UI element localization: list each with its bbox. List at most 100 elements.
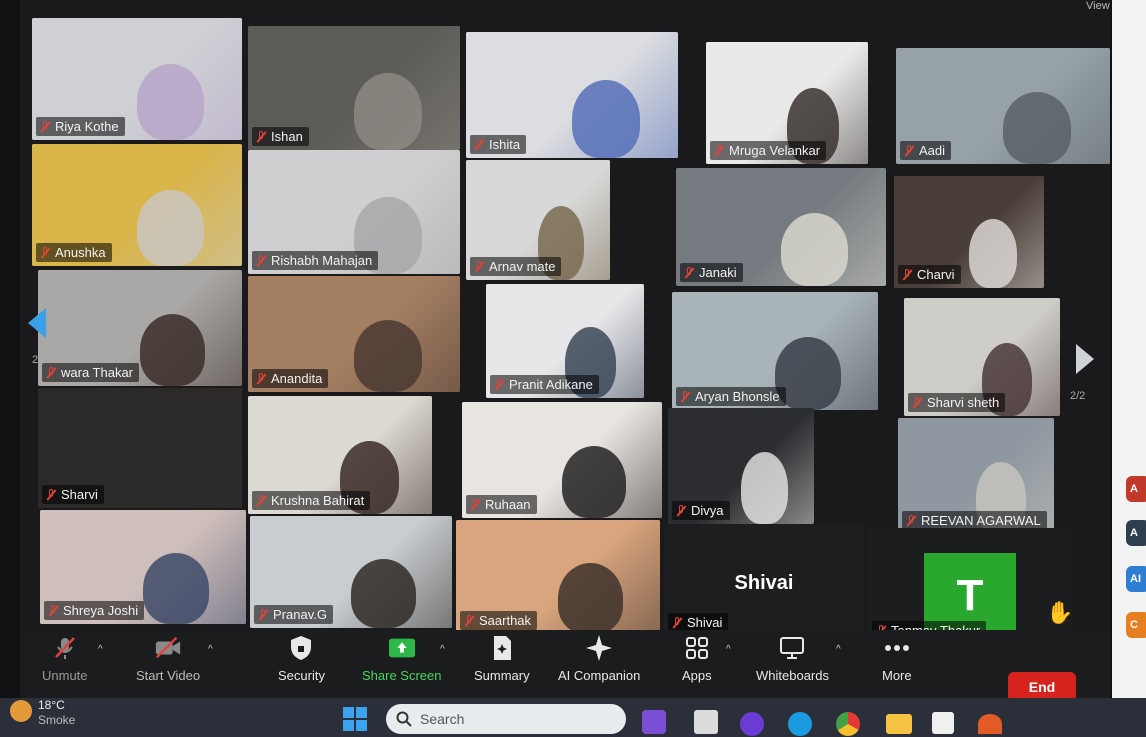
participant-name: Riya Kothe [55, 119, 119, 134]
participant-name-tag: Ishita [470, 135, 527, 154]
side-chip-3[interactable]: AI [1126, 566, 1146, 592]
unmute-button[interactable]: Unmute [42, 634, 88, 683]
muted-mic-icon [46, 366, 56, 379]
windows-start-icon[interactable] [342, 706, 368, 732]
chrome-icon[interactable] [836, 712, 860, 736]
taskbar-app-icon-2[interactable] [694, 710, 718, 734]
participant-tile[interactable]: Shreya Joshi [40, 510, 246, 624]
sparkle-icon [585, 634, 613, 662]
participant-figure [140, 314, 205, 386]
zoom-window: View Riya Kothe Ishan Ishita Mruga Velankar… [0, 0, 1146, 737]
muted-mic-icon [680, 390, 690, 403]
participant-name: Aadi [919, 143, 946, 158]
weather-widget[interactable]: 18°C Smoke [38, 698, 75, 728]
participant-tile[interactable]: Mruga Velankar [706, 42, 868, 164]
participant-name: Aryan Bhonsle [695, 389, 780, 404]
participant-name-tag: Rishabh Mahajan [252, 251, 379, 270]
more-button[interactable]: More [882, 634, 912, 683]
participant-tile[interactable]: Saarthak [456, 520, 660, 634]
participant-name-tag: Sharvi sheth [908, 393, 1006, 412]
participant-figure [137, 64, 204, 140]
participant-tile[interactable]: Charvi [894, 176, 1044, 288]
next-page-arrow-icon[interactable] [1076, 344, 1096, 374]
participant-name: Shreya Joshi [63, 603, 139, 618]
apps-button[interactable]: Apps [682, 634, 712, 683]
participant-tile[interactable]: REEVAN AGARWAL [898, 418, 1054, 534]
unmute-label: Unmute [42, 668, 88, 683]
ai-companion-button[interactable]: AI Companion [558, 634, 640, 683]
participant-name: REEVAN AGARWAL [921, 513, 1041, 528]
participant-tile[interactable]: wara Thakar [38, 270, 242, 386]
participant-name-tag: Divya [672, 501, 730, 520]
participant-tile[interactable]: Ruhaan [462, 402, 662, 518]
participant-tile[interactable]: Ishita [466, 32, 678, 158]
share-screen-label: Share Screen [362, 668, 442, 683]
participant-figure [143, 553, 209, 624]
folder-icon[interactable] [886, 714, 912, 734]
muted-mic-icon [474, 260, 484, 273]
participant-tile[interactable]: Sharvi sheth [904, 298, 1060, 416]
muted-mic-icon [912, 396, 922, 409]
muted-microphone-icon [51, 634, 79, 662]
side-chip-1[interactable]: A [1126, 476, 1146, 502]
participant-name-tag: Ruhaan [466, 495, 537, 514]
participant-name-tag: Mruga Velankar [710, 141, 827, 160]
participant-tile[interactable]: Aadi [896, 48, 1110, 164]
start-video-button[interactable]: Start Video [136, 634, 200, 683]
participant-tile[interactable]: Arnav mate [466, 160, 610, 280]
audio-options-caret[interactable]: ^ [98, 644, 103, 655]
taskbar-app-icon-3[interactable] [740, 712, 764, 736]
participant-tile[interactable]: Anushka [32, 144, 242, 266]
apps-label: Apps [682, 668, 712, 683]
taskbar-search-box[interactable]: Search [386, 704, 626, 734]
participant-tile[interactable]: Riya Kothe [32, 18, 242, 140]
security-button[interactable]: Security [278, 634, 325, 683]
participant-tile[interactable]: Aryan Bhonsle [672, 292, 878, 410]
share-screen-button[interactable]: Share Screen [362, 634, 442, 683]
participant-tile[interactable]: Anandita [248, 276, 460, 392]
video-options-caret[interactable]: ^ [208, 644, 213, 655]
participant-tile[interactable]: TTanmay Thakur [868, 528, 1072, 644]
share-options-caret[interactable]: ^ [440, 644, 445, 655]
participant-name-tag: Anandita [252, 369, 329, 388]
view-button[interactable]: View [1086, 0, 1110, 12]
participant-tile[interactable]: Ishan [248, 26, 460, 150]
whiteboards-options-caret[interactable]: ^ [836, 644, 841, 655]
participant-name: Saarthak [479, 613, 532, 628]
taskbar-app-icon-4[interactable] [788, 712, 812, 736]
weather-condition: Smoke [38, 713, 76, 727]
participant-name-tag: Krushna Bahirat [252, 491, 371, 510]
previous-page-arrow-icon[interactable] [28, 308, 48, 338]
taskbar-app-icon-5[interactable] [932, 712, 954, 734]
weather-temperature: 18°C [38, 698, 65, 712]
participant-name-tag: Pranit Adikane [490, 375, 599, 394]
participant-tile[interactable]: Pranit Adikane [486, 284, 644, 398]
muted-mic-icon [40, 120, 50, 133]
side-chip-2[interactable]: A [1126, 520, 1146, 546]
participant-name-tag: Shreya Joshi [44, 601, 145, 620]
taskbar-app-icon-1[interactable] [642, 710, 666, 734]
participant-name-tag: Saarthak [460, 611, 538, 630]
participant-tile[interactable]: Krushna Bahirat [248, 396, 432, 514]
participant-tile[interactable]: Janaki [676, 168, 886, 286]
participant-tile[interactable]: Rishabh Mahajan [248, 150, 460, 274]
taskbar-app-icon-6[interactable] [978, 714, 1002, 734]
start-video-label: Start Video [136, 668, 201, 683]
muted-mic-icon [902, 268, 912, 281]
muted-mic-icon [256, 494, 266, 507]
participant-name: Pranit Adikane [509, 377, 593, 392]
whiteboards-button[interactable]: Whiteboards [756, 634, 829, 683]
side-chip-4[interactable]: C [1126, 612, 1146, 638]
participant-tile[interactable]: Sharvi [38, 388, 242, 508]
participant-name: Ishan [271, 129, 303, 144]
participant-name-tag: Riya Kothe [36, 117, 125, 136]
participant-tile[interactable]: Pranav.G [250, 516, 452, 628]
summary-label: Summary [474, 668, 530, 683]
participant-tile[interactable]: Shivai Shivai [664, 524, 864, 636]
security-label: Security [278, 668, 325, 683]
participant-name-tag: Aadi [900, 141, 952, 160]
summary-button[interactable]: Summary [474, 634, 530, 683]
apps-options-caret[interactable]: ^ [726, 644, 731, 655]
participant-tile[interactable]: Divya [668, 408, 814, 524]
ai-companion-label: AI Companion [558, 668, 641, 683]
